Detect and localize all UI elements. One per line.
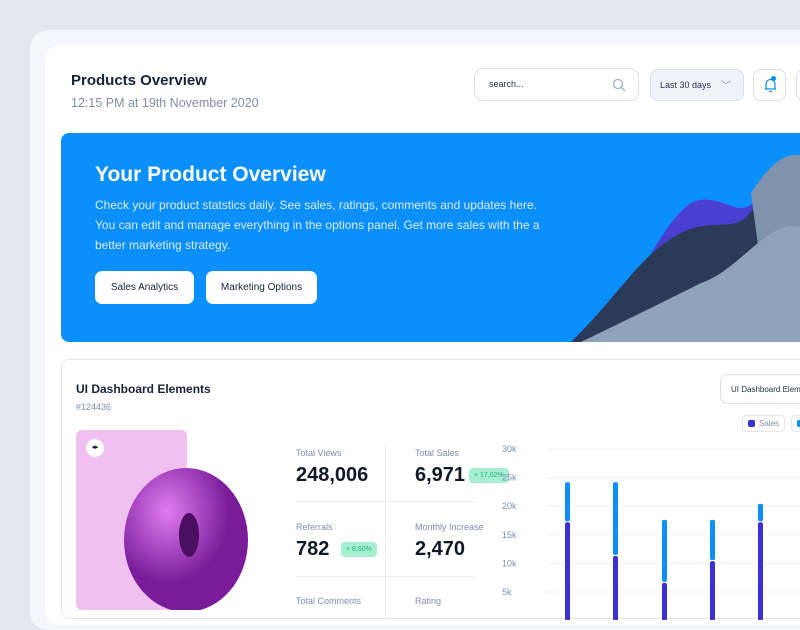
banner-text: Check your product statstics daily. See … xyxy=(95,198,540,252)
card-title: UI Dashboard Elements xyxy=(76,382,211,396)
compare-toggle-button[interactable]: ◂▸ xyxy=(86,439,104,457)
stat-label: Total Comments xyxy=(296,596,362,606)
y-tick-label: 5k xyxy=(502,587,512,597)
torus-image xyxy=(124,468,248,610)
product-image xyxy=(76,430,248,610)
divider xyxy=(296,501,476,502)
search-input[interactable]: search... xyxy=(474,68,639,101)
bar-sales xyxy=(565,522,570,620)
date-range-select[interactable]: Last 30 days ﹀ xyxy=(650,69,744,101)
bar-secondary xyxy=(565,482,570,522)
dashboard-card: UI Dashboard Elements #124436 UI Dashboa… xyxy=(61,359,800,620)
card-dropdown[interactable]: UI Dashboard Elements xyxy=(720,374,800,404)
search-placeholder: search... xyxy=(489,79,524,89)
search-icon xyxy=(612,78,626,92)
bar-secondary xyxy=(758,503,763,522)
stat-value: 6,971 xyxy=(415,464,466,486)
stat-label: Referrals xyxy=(296,522,333,532)
y-tick-label: 25k xyxy=(502,473,517,483)
stat-value: 248,006 xyxy=(296,464,369,486)
notification-dot xyxy=(771,76,776,81)
overview-banner: Your Product Overview Check your product… xyxy=(61,133,800,342)
bar-sales xyxy=(710,561,715,620)
bar-sales xyxy=(613,555,618,620)
y-tick-label: 10k xyxy=(502,558,517,568)
bar-secondary xyxy=(710,519,715,561)
stat-label: Rating xyxy=(415,596,442,606)
marketing-options-button[interactable]: Marketing Options xyxy=(206,271,317,304)
page-subtitle: 12:15 PM at 19th November 2020 xyxy=(71,96,259,110)
legend-swatch xyxy=(748,420,755,427)
mountains-illustration xyxy=(571,154,800,342)
y-tick-label: 15k xyxy=(502,530,517,540)
chevron-down-icon: ﹀ xyxy=(721,81,731,92)
banner-title: Your Product Overview xyxy=(95,163,326,186)
stat-label: Monthly Increase xyxy=(415,522,484,532)
stat-value: 782 xyxy=(296,538,330,560)
bar-sales xyxy=(662,582,667,620)
notifications-button[interactable] xyxy=(753,69,786,101)
sales-bar-chart: 5k 10k 15k 20k 25k 30k xyxy=(502,444,800,620)
stat-value: 2,470 xyxy=(415,538,466,560)
card-id: #124436 xyxy=(76,402,112,412)
sales-analytics-button[interactable]: Sales Analytics xyxy=(95,271,194,304)
bar-secondary xyxy=(613,482,618,555)
y-tick-label: 30k xyxy=(502,444,517,454)
date-range-value: Last 30 days xyxy=(660,80,712,90)
divider xyxy=(385,445,386,620)
legend-sales[interactable]: Sales xyxy=(742,415,786,432)
y-tick-label: 20k xyxy=(502,501,517,511)
bar-secondary xyxy=(662,519,667,582)
stat-label: Total Views xyxy=(296,448,342,458)
growth-badge: + 8,60% xyxy=(341,542,377,557)
stat-label: Total Sales xyxy=(415,448,460,458)
page-title: Products Overview xyxy=(71,72,207,89)
divider xyxy=(296,576,476,577)
legend-secondary[interactable] xyxy=(791,415,800,432)
legend-label: Sales xyxy=(759,419,780,428)
profile-button[interactable] xyxy=(796,69,800,101)
bar-sales xyxy=(758,522,763,620)
